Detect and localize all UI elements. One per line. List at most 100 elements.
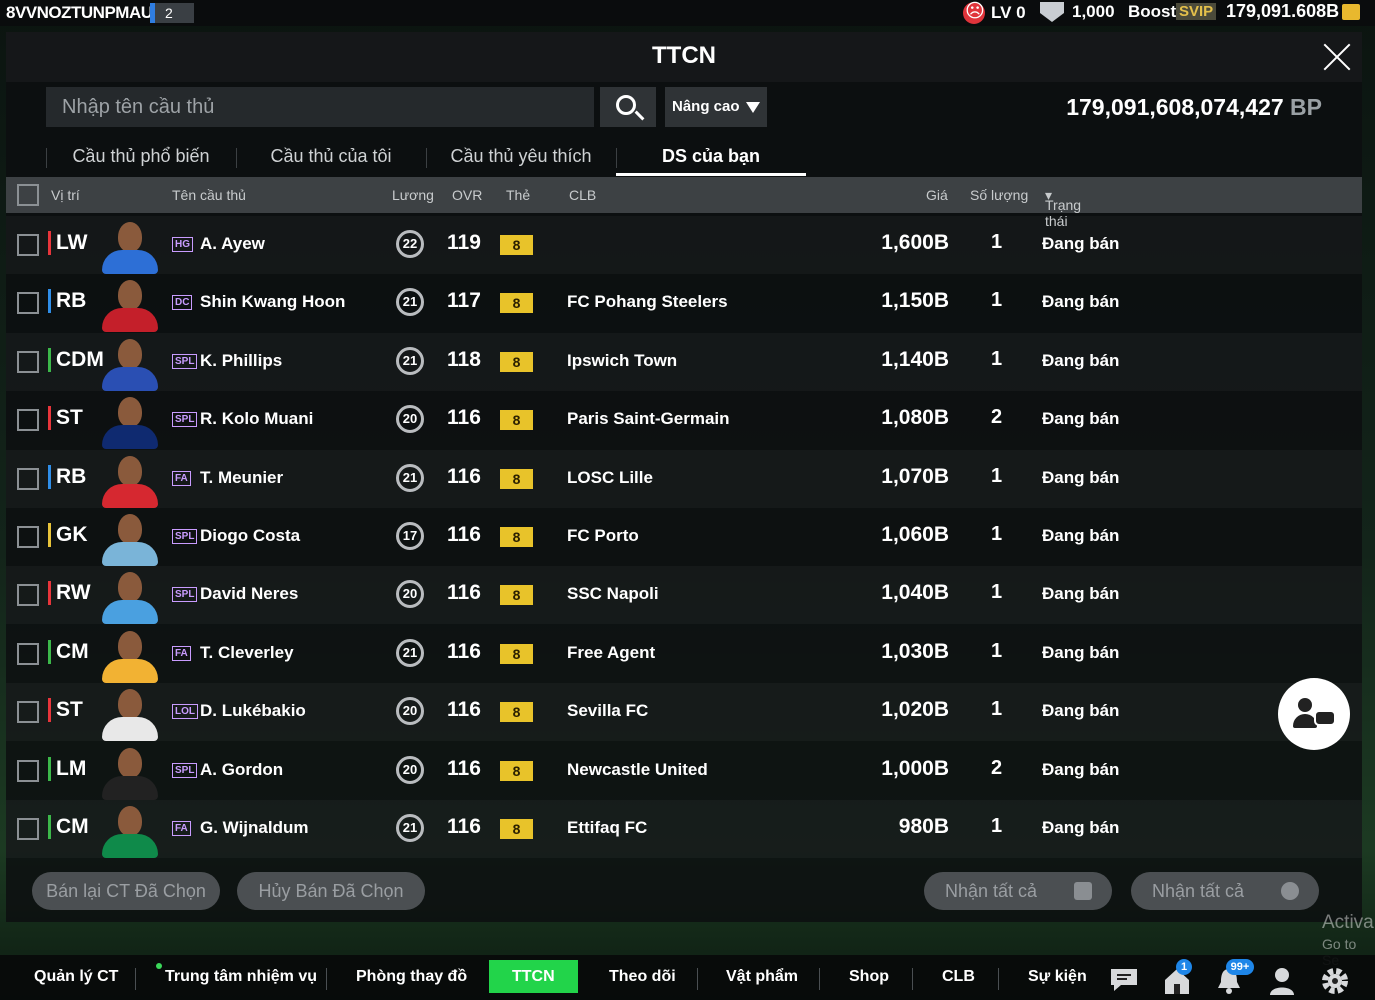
cancel-selected-button[interactable]: Hủy Bán Đã Chọn xyxy=(237,872,425,910)
col-price[interactable]: Giá xyxy=(926,187,948,203)
card-level: 8 xyxy=(500,643,533,664)
chat-icon[interactable] xyxy=(1108,966,1140,994)
table-row[interactable]: GK SPL Diogo Costa 17 116 8 FC Porto 1,060B 1 Đan… xyxy=(6,508,1362,566)
col-salary[interactable]: Lương xyxy=(392,187,434,203)
row-checkbox[interactable] xyxy=(17,759,39,782)
claim-all-bp-button[interactable]: Nhận tất cả xyxy=(1131,872,1319,910)
boost-label[interactable]: Boost xyxy=(1128,2,1176,22)
player-search-input[interactable] xyxy=(46,87,594,127)
player-name: A. Gordon xyxy=(200,759,284,779)
col-position[interactable]: Vị trí xyxy=(51,187,80,203)
search-button[interactable] xyxy=(600,87,656,127)
settings-gear-icon[interactable] xyxy=(1320,966,1350,996)
sale-status: Đang bán xyxy=(1042,409,1120,429)
row-checkbox[interactable] xyxy=(17,642,39,665)
select-all-checkbox[interactable] xyxy=(17,184,39,206)
player-price: 1,070B xyxy=(881,464,949,488)
player-position: CM xyxy=(48,639,89,664)
table-row[interactable]: CDM SPL K. Phillips 21 118 8 Ipswich Town 1,140… xyxy=(6,333,1362,391)
player-position: CDM xyxy=(48,347,104,372)
support-chat-button[interactable] xyxy=(1278,678,1350,750)
row-checkbox[interactable] xyxy=(17,409,39,432)
title-bar: TTCN xyxy=(6,32,1362,82)
advanced-filter-dropdown[interactable]: Nâng cao xyxy=(665,87,767,127)
player-club: Free Agent xyxy=(567,642,656,662)
table-row[interactable]: RB FA T. Meunier 21 116 8 LOSC Lille 1,070B 1 Đan… xyxy=(6,450,1362,508)
player-name: K. Phillips xyxy=(200,350,283,370)
player-shirt xyxy=(102,658,158,683)
season-badge: SPL xyxy=(172,353,198,369)
season-badge: SPL xyxy=(172,587,198,603)
table-row[interactable]: CM FA T. Cleverley 21 116 8 Free Agent 1,030B 1 Đ… xyxy=(6,625,1362,683)
tab-your-list[interactable]: DS của bạn xyxy=(616,140,806,176)
sale-status: Đang bán xyxy=(1042,292,1120,312)
table-row[interactable]: RW SPL David Neres 20 116 8 SSC Napoli 1,040B 1 Đ… xyxy=(6,566,1362,625)
close-icon[interactable] xyxy=(1322,42,1352,72)
row-checkbox[interactable] xyxy=(17,701,39,724)
nav-shop[interactable]: Shop xyxy=(849,965,889,993)
col-status[interactable]: Trạng thái ▾ xyxy=(1045,187,1081,229)
nav-divider xyxy=(326,968,327,990)
player-shirt xyxy=(102,483,158,508)
player-name: Diogo Costa xyxy=(200,526,301,545)
row-checkbox[interactable] xyxy=(17,467,39,490)
player-position: LW xyxy=(48,231,88,255)
table-row[interactable]: LM SPL A. Gordon 20 116 8 Newcastle United 1,00… xyxy=(6,742,1362,800)
player-club: Paris Saint-Germain xyxy=(567,409,730,429)
player-price: 1,030B xyxy=(881,639,949,663)
resell-selected-button[interactable]: Bán lại CT Đã Chọn xyxy=(32,872,220,910)
tab-my-players[interactable]: Cầu thủ của tôi xyxy=(236,140,426,176)
bp-coin-icon xyxy=(1342,4,1360,20)
player-shirt xyxy=(102,717,158,742)
bp-total-value: 179,091,608,074,427 xyxy=(1066,94,1284,120)
row-checkbox[interactable] xyxy=(17,818,39,840)
col-quantity[interactable]: Số lượng xyxy=(970,187,1028,203)
nav-missions[interactable]: Trung tâm nhiệm vụ xyxy=(165,965,317,993)
player-ovr: 118 xyxy=(447,347,481,371)
card-level: 8 xyxy=(500,351,533,372)
player-price: 1,080B xyxy=(881,406,949,430)
table-row[interactable]: ST SPL R. Kolo Muani 20 116 8 Paris Saint-Germ… xyxy=(6,391,1362,450)
col-club[interactable]: CLB xyxy=(569,187,596,203)
table-row[interactable]: RB DC Shin Kwang Hoon 21 117 8 FC Pohang Steel… xyxy=(6,274,1362,333)
col-name[interactable]: Tên cầu thủ xyxy=(172,187,246,203)
player-salary: 21 xyxy=(396,814,424,842)
table-row[interactable]: ST LOL D. Lukébakio 20 116 8 Sevilla FC 1,020B 1… xyxy=(6,683,1362,742)
player-avatar xyxy=(102,220,158,274)
player-quantity: 1 xyxy=(991,464,1003,487)
nav-club[interactable]: CLB xyxy=(942,965,975,993)
row-checkbox[interactable] xyxy=(17,292,39,315)
table-row[interactable]: CM FA G. Wijnaldum 21 116 8 Ettifaq FC 980B 1 Đan… xyxy=(6,800,1362,858)
col-card[interactable]: Thẻ xyxy=(506,187,530,203)
row-checkbox[interactable] xyxy=(17,350,39,373)
player-head xyxy=(118,514,142,544)
nav-market[interactable]: TTCN xyxy=(489,960,578,993)
sale-status: Đang bán xyxy=(1042,701,1120,721)
claim-all-players-button[interactable]: Nhận tất cả xyxy=(924,872,1112,910)
nav-events[interactable]: Sự kiện xyxy=(1028,965,1087,993)
player-ovr: 116 xyxy=(447,756,481,780)
player-ovr: 119 xyxy=(447,231,481,254)
tab-favorite-players[interactable]: Cầu thủ yêu thích xyxy=(426,140,616,176)
player-name: David Neres xyxy=(200,584,299,604)
player-avatar xyxy=(102,454,158,508)
player-quantity: 2 xyxy=(991,406,1003,429)
player-club: Ettifaq FC xyxy=(567,818,648,837)
nav-locker-room[interactable]: Phòng thay đồ xyxy=(356,965,467,993)
card-level: 8 xyxy=(500,410,533,431)
player-quantity: 1 xyxy=(991,347,1003,370)
nav-items[interactable]: Vật phẩm xyxy=(726,965,798,993)
profile-icon[interactable] xyxy=(1268,966,1296,996)
home-badge: 1 xyxy=(1176,959,1192,975)
row-checkbox[interactable] xyxy=(17,526,39,548)
table-row[interactable]: LW HG A. Ayew 22 119 8 1,600B 1 Đang bán xyxy=(6,216,1362,274)
tab-popular-players[interactable]: Cầu thủ phổ biến xyxy=(46,140,236,176)
nav-manage-players[interactable]: Quản lý CT xyxy=(34,965,118,993)
nav-follow[interactable]: Theo dõi xyxy=(609,965,676,993)
col-ovr[interactable]: OVR xyxy=(452,187,482,203)
row-checkbox[interactable] xyxy=(17,584,39,607)
svip-badge[interactable]: SVIP xyxy=(1176,3,1217,20)
sale-status: Đang bán xyxy=(1042,350,1120,370)
row-checkbox[interactable] xyxy=(17,234,39,256)
player-avatar xyxy=(102,337,158,391)
